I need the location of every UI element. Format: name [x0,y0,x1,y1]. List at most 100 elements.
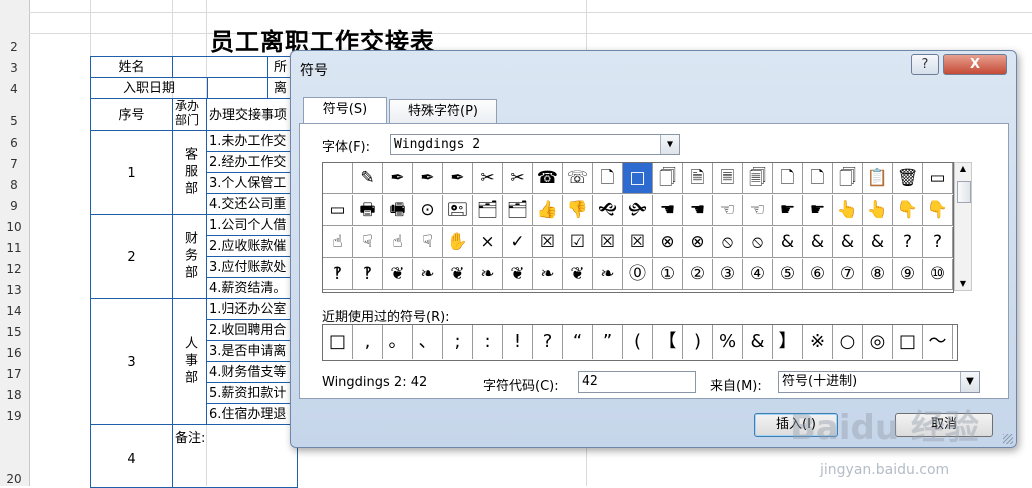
symbol-cell[interactable]: 🖭 [443,195,473,226]
symbol-cell[interactable]: □ [623,163,653,194]
seq-cell[interactable]: 1 [90,130,173,215]
symbol-cell[interactable]: ☒ [533,227,563,258]
symbol-cell[interactable]: 🙟 [623,195,653,226]
symbol-cell[interactable]: 🗋 [803,163,833,194]
recent-symbol-cell[interactable]: ◎ [863,325,893,359]
task-cell[interactable]: 6.住宿办理退 [206,403,298,425]
symbol-cell[interactable]: ① [653,259,683,290]
symbol-cell[interactable]: 🖶 [353,195,383,226]
dept-header[interactable]: 承办部门 [172,98,207,131]
char-code-input[interactable]: 42 [578,371,696,393]
task-cell[interactable]: 2.经办工作交 [206,151,298,173]
symbol-cell[interactable]: ‽ [353,259,383,290]
resize-grip[interactable] [1003,434,1013,444]
symbol-cell[interactable]: ⑥ [803,259,833,290]
symbol-cell[interactable]: ☟ [413,227,443,258]
row-number[interactable]: 16 [0,346,28,360]
symbol-cell[interactable]: 🖷 [383,195,413,226]
seq-cell[interactable]: 2 [90,214,173,299]
recent-symbol-cell[interactable]: 【 [653,325,683,359]
symbol-cell[interactable]: ❧ [533,259,563,290]
recent-symbol-cell[interactable]: □ [893,325,923,359]
recent-symbol-cell[interactable]: ※ [803,325,833,359]
symbol-cell[interactable]: ▭ [923,163,953,194]
help-button[interactable]: ? [911,54,939,75]
symbol-cell[interactable]: ‽ [323,259,353,290]
chevron-down-icon[interactable]: ▼ [660,135,679,154]
dept-cell[interactable]: 人事部 [180,336,199,387]
symbol-cell[interactable]: ⑧ [863,259,893,290]
symbol-cell[interactable]: 👇 [923,195,953,226]
task-cell[interactable]: 3.应付账款处 [206,256,298,278]
recent-symbols[interactable]: □,。、;:!? “”(【)% &】 ※ ○ ◎ □ 〜 [322,324,958,361]
row-number[interactable]: 4 [0,82,28,96]
tasks-header[interactable]: 办理交接事项 [206,98,298,131]
symbol-cell[interactable]: ☒ [593,227,623,258]
scroll-thumb[interactable] [957,181,971,203]
task-cell[interactable]: 2.应收账款催 [206,235,298,257]
row-number[interactable]: 10 [0,220,28,234]
recent-symbol-cell[interactable]: : [473,325,503,359]
symbol-cell[interactable] [323,163,353,194]
symbol-cell[interactable]: ✋ [443,227,473,258]
recent-symbol-cell[interactable]: 】 [773,325,803,359]
row-number[interactable]: 7 [0,157,28,171]
recent-symbol-cell[interactable]: ! [503,325,533,359]
symbol-cell[interactable]: 🗏 [713,163,743,194]
symbol-cell[interactable]: ❦ [383,259,413,290]
recent-symbol-cell[interactable]: , [353,325,383,359]
row-number[interactable]: 2 [0,40,28,54]
row-number[interactable]: 5 [0,114,28,128]
task-cell[interactable]: 2.收回聘用合 [206,319,298,341]
symbol-cell[interactable]: 🗎 [683,163,713,194]
symbol-cell[interactable]: ❧ [473,259,503,290]
row-number[interactable]: 14 [0,304,28,318]
symbol-cell[interactable]: ☛ [803,195,833,226]
symbol-cell[interactable]: ④ [743,259,773,290]
recent-symbol-cell[interactable]: 。 [383,325,413,359]
dept-cell[interactable]: 财务部 [180,231,199,282]
symbol-cell[interactable]: 🗑 [893,163,923,194]
symbol-cell[interactable]: ⊗ [653,227,683,258]
symbol-cell[interactable]: ? [923,227,953,258]
symbol-cell[interactable]: ☝ [383,227,413,258]
recent-symbol-cell[interactable]: ( [623,325,653,359]
symbol-cell[interactable]: 🗂 [473,195,503,226]
row-number[interactable]: 19 [0,409,28,423]
symbol-cell[interactable]: & [803,227,833,258]
symbol-cell[interactable]: 🗐 [743,163,773,194]
symbol-cell[interactable]: ☛ [773,195,803,226]
symbol-cell[interactable]: ☝ [323,227,353,258]
symbol-cell[interactable]: ⊗ [683,227,713,258]
symbol-cell[interactable]: ✒ [443,163,473,194]
font-select[interactable]: Wingdings 2 ▼ [390,134,680,155]
task-cell[interactable]: 4.交还公司重 [206,193,298,215]
row-number[interactable]: 17 [0,367,28,381]
symbol-cell[interactable]: ✎ [353,163,383,194]
symbol-cell[interactable]: ⑨ [893,259,923,290]
seq-cell[interactable]: 4 [90,424,173,488]
symbol-cell[interactable]: 👆 [863,195,893,226]
row-number[interactable]: 13 [0,283,28,297]
symbol-cell[interactable]: ☚ [683,195,713,226]
task-cell[interactable]: 4.薪资结清。 [206,277,298,299]
recent-symbol-cell[interactable]: ○ [833,325,863,359]
symbol-cell[interactable]: ✒ [413,163,443,194]
row-number[interactable]: 6 [0,136,28,150]
symbol-cell[interactable]: 👍 [533,195,563,226]
symbol-cell[interactable]: ⦸ [713,227,743,258]
recent-symbol-cell[interactable]: ) [683,325,713,359]
symbol-cell[interactable]: ▭ [323,195,353,226]
row-number[interactable]: 9 [0,199,28,213]
name-label[interactable]: 姓名 [90,56,173,78]
symbol-cell[interactable]: ☏ [563,163,593,194]
symbol-cell[interactable]: ✓ [503,227,533,258]
recent-symbol-cell[interactable]: 、 [413,325,443,359]
join-date-label[interactable]: 入职日期 [90,77,208,99]
recent-symbol-cell[interactable]: 〜 [923,325,953,359]
scroll-down-icon[interactable]: ▼ [955,278,971,290]
symbol-cell[interactable]: ☟ [353,227,383,258]
symbol-cell[interactable]: ⑤ [773,259,803,290]
symbol-cell[interactable]: & [773,227,803,258]
row-number[interactable]: 3 [0,61,28,75]
